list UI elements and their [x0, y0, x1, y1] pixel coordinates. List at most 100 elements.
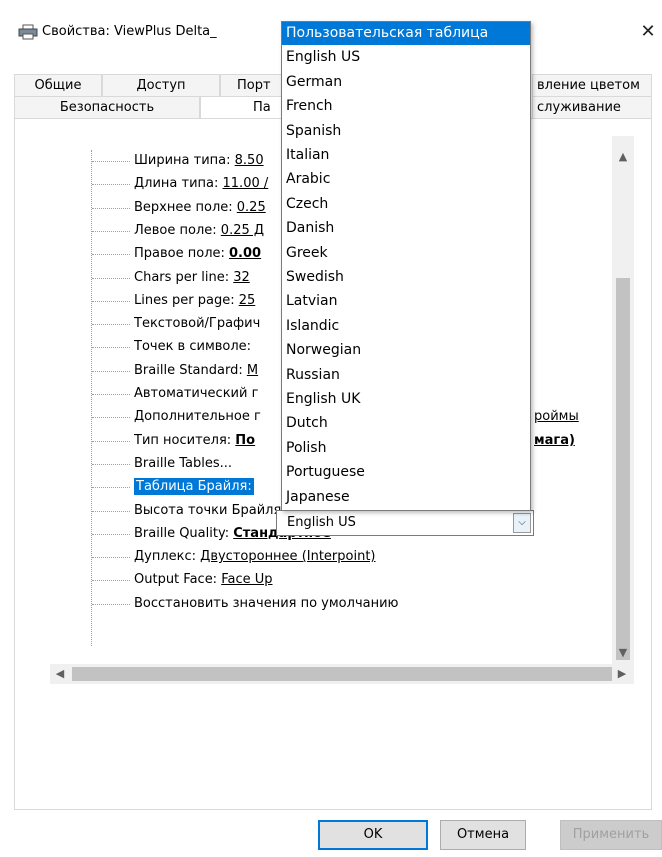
tree-item-value[interactable]: 0.25: [237, 200, 266, 215]
dropdown-option[interactable]: French: [282, 95, 530, 118]
tab-security[interactable]: Безопасность: [14, 96, 200, 118]
tree-item-label: Таблица Брайля:: [134, 478, 254, 495]
dropdown-option[interactable]: English UK: [282, 388, 530, 411]
tree-item[interactable]: Дополнительное г: [134, 406, 261, 428]
vertical-scrollbar[interactable]: ▲ ▼: [612, 136, 634, 664]
tab-ports[interactable]: Порт: [220, 74, 290, 96]
tree-item-label: Ширина типа:: [134, 153, 235, 168]
tree-item[interactable]: Дуплекс: Двустороннее (Interpoint): [134, 546, 376, 568]
tree-item-value[interactable]: Двустороннее (Interpoint): [200, 549, 375, 564]
tree-item-tail[interactable]: мага): [534, 430, 575, 452]
scroll-up-icon[interactable]: ▲: [612, 146, 634, 168]
horizontal-scroll-thumb[interactable]: [72, 667, 612, 681]
tree-item[interactable]: Таблица Брайля:: [134, 476, 254, 498]
tab-sharing[interactable]: Доступ: [102, 74, 220, 96]
tree-item-label: Восстановить значения по умолчанию: [134, 596, 399, 611]
dropdown-option[interactable]: Islandic: [282, 315, 530, 338]
tree-item-value[interactable]: 0.25 Д: [221, 223, 264, 238]
tree-item[interactable]: Автоматический г: [134, 383, 258, 405]
tree-item-value[interactable]: М: [247, 363, 258, 378]
tree-connector: [92, 511, 130, 512]
tree-item-value[interactable]: 11.00 /: [223, 176, 269, 191]
tree-connector: [92, 580, 130, 581]
tree-item[interactable]: Длина типа: 11.00 /: [134, 173, 268, 195]
tree-item-value[interactable]: 32: [233, 270, 250, 285]
tree-item-label: Правое поле:: [134, 246, 230, 261]
tree-item[interactable]: Текстовой/Графич: [134, 313, 260, 335]
dropdown-option[interactable]: Norwegian: [282, 339, 530, 362]
tree-item[interactable]: Lines per page: 25: [134, 290, 255, 312]
dropdown-option[interactable]: Japanese: [282, 486, 530, 509]
tree-item-label: Точек в символе:: [134, 339, 252, 354]
tree-connector: [92, 254, 130, 255]
tree-connector: [92, 417, 130, 418]
dropdown-option[interactable]: Greek: [282, 242, 530, 265]
tree-item-value[interactable]: По: [235, 433, 255, 448]
tree-item-value[interactable]: Face Up: [221, 572, 272, 587]
tree-item-value-tail[interactable]: роймы: [534, 409, 579, 424]
combo-selected-value: English US: [287, 515, 356, 530]
tree-item-label: Chars per line:: [134, 270, 234, 285]
tree-item[interactable]: Ширина типа: 8.50: [134, 150, 264, 172]
tree-connector: [92, 161, 130, 162]
ok-button[interactable]: OK: [318, 820, 428, 850]
printer-icon: [18, 24, 38, 40]
tree-item[interactable]: Тип носителя: По: [134, 430, 255, 452]
dropdown-option[interactable]: Russian: [282, 364, 530, 387]
tree-connector: [92, 324, 130, 325]
scroll-right-icon[interactable]: ▶: [612, 664, 632, 684]
dropdown-option[interactable]: Arabic: [282, 168, 530, 191]
dropdown-option[interactable]: Czech: [282, 193, 530, 216]
tree-connector: [92, 371, 130, 372]
tab-maintenance[interactable]: служивание: [532, 96, 652, 118]
tree-item-value[interactable]: 25: [239, 293, 256, 308]
tree-item-label: Дополнительное г: [134, 409, 261, 424]
dropdown-option[interactable]: Portuguese: [282, 461, 530, 484]
tree-connector: [92, 394, 130, 395]
tree-item[interactable]: Braille Tables...: [134, 453, 232, 475]
dropdown-option[interactable]: Swedish: [282, 266, 530, 289]
dropdown-option[interactable]: English US: [282, 46, 530, 69]
tree-item-label: Тип носителя:: [134, 433, 236, 448]
dropdown-option[interactable]: German: [282, 71, 530, 94]
dropdown-option[interactable]: Latvian: [282, 290, 530, 313]
tree-item-tail[interactable]: роймы: [534, 406, 579, 428]
tree-item[interactable]: Верхнее поле: 0.25: [134, 197, 266, 219]
braille-table-dropdown[interactable]: Пользовательская таблица English US German…: [281, 21, 531, 511]
apply-button[interactable]: Применить: [560, 820, 662, 850]
horizontal-scrollbar[interactable]: ◀ ▶: [50, 664, 634, 684]
dropdown-option[interactable]: Dutch: [282, 412, 530, 435]
scroll-left-icon[interactable]: ◀: [50, 664, 70, 684]
tree-item-label: Левое поле:: [134, 223, 221, 238]
tree-item[interactable]: Chars per line: 32: [134, 267, 250, 289]
dropdown-option[interactable]: Spanish: [282, 120, 530, 143]
tree-connector: [92, 534, 130, 535]
tree-item[interactable]: Braille Standard: М: [134, 360, 258, 382]
tree-item[interactable]: Левое поле: 0.25 Д: [134, 220, 264, 242]
tree-item-value-tail[interactable]: мага): [534, 433, 575, 448]
chevron-down-icon[interactable]: ⌵: [513, 513, 531, 533]
dropdown-option[interactable]: Danish: [282, 217, 530, 240]
dropdown-option[interactable]: Italian: [282, 144, 530, 167]
tree-connector: [92, 278, 130, 279]
dropdown-option[interactable]: Пользовательская таблица: [282, 22, 530, 45]
tree-item[interactable]: Точек в символе:: [134, 336, 251, 358]
close-button[interactable]: ✕: [636, 20, 660, 44]
tree-item-value[interactable]: 0.00: [229, 246, 261, 261]
tree-item-label: Текстовой/Графич: [134, 316, 261, 331]
tab-color-management[interactable]: вление цветом: [532, 74, 652, 96]
tree-item[interactable]: Output Face: Face Up: [134, 569, 273, 591]
tree-item[interactable]: Правое поле: 0.00: [134, 243, 261, 265]
braille-table-combo[interactable]: English US ⌵: [276, 510, 534, 536]
tree-connector: [92, 441, 130, 442]
dropdown-option[interactable]: Polish: [282, 437, 530, 460]
tree-item[interactable]: Восстановить значения по умолчанию: [134, 593, 398, 615]
vertical-scroll-thumb[interactable]: [616, 278, 630, 660]
tree-item-value[interactable]: 8.50: [235, 153, 264, 168]
tree-connector: [92, 487, 130, 488]
scroll-down-icon[interactable]: ▼: [612, 642, 634, 664]
cancel-button[interactable]: Отмена: [440, 820, 526, 850]
tree-item-label: Длина типа:: [134, 176, 223, 191]
tab-general[interactable]: Общие: [14, 74, 102, 96]
tab-parameters[interactable]: Па: [200, 96, 290, 118]
